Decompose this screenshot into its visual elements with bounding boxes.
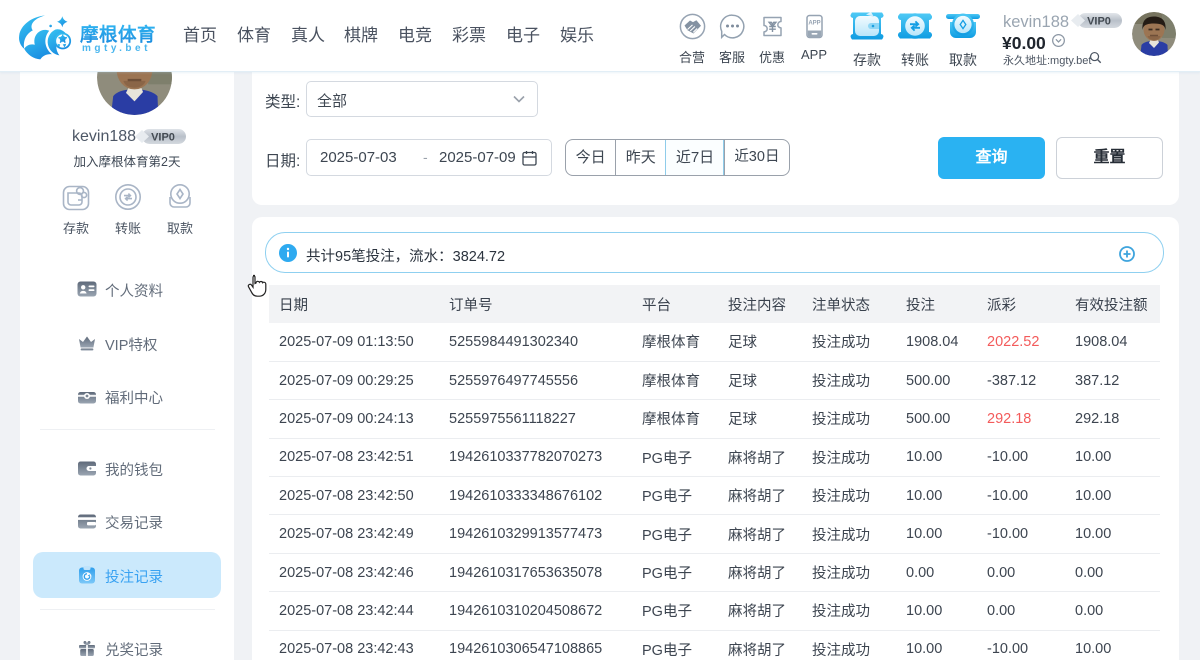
svg-text:VIP0: VIP0 xyxy=(151,132,175,144)
svg-text:VIP0: VIP0 xyxy=(1087,16,1111,28)
svg-text:APP: APP xyxy=(808,21,820,27)
